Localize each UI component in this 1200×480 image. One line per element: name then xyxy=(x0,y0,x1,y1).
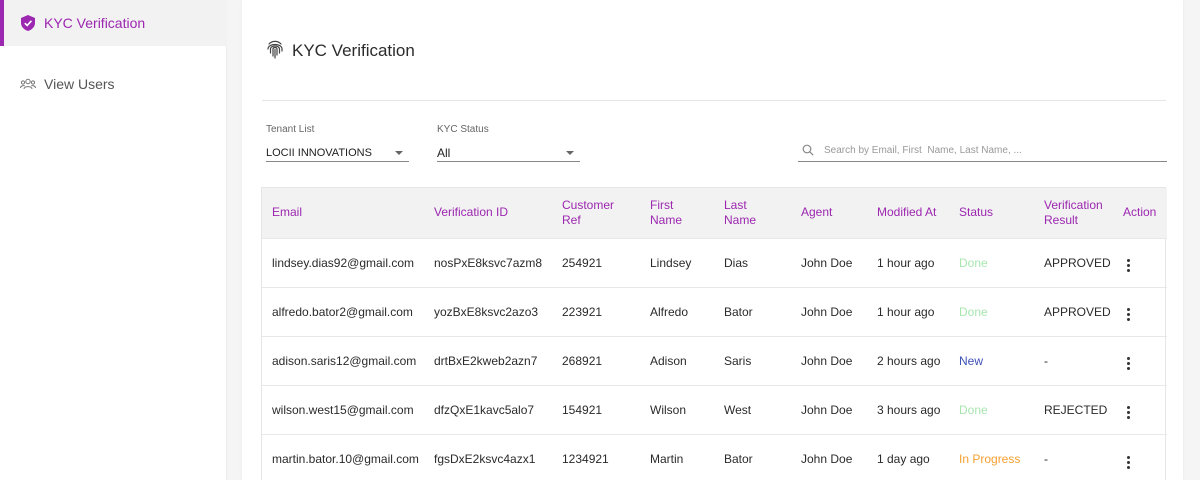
cell-customer-ref: 254921 xyxy=(562,255,603,270)
kyc-status-filter: KYC Status All xyxy=(437,124,580,162)
cell-email: martin.bator.10@gmail.com xyxy=(272,451,419,466)
sidebar-item-view-users[interactable]: View Users xyxy=(0,61,227,107)
cell-first-name: Martin xyxy=(650,451,684,466)
column-header-modified-at[interactable]: Modified At xyxy=(867,188,949,238)
cell-agent: John Doe xyxy=(801,402,853,417)
divider xyxy=(262,100,1166,101)
table-row[interactable]: alfredo.bator2@gmail.com yozBxE8ksvc2azo… xyxy=(262,287,1167,336)
cell-modified-at: 1 hour ago xyxy=(877,304,935,319)
cell-action xyxy=(1113,287,1167,336)
kyc-table: Email Verification ID Customer Ref First… xyxy=(261,187,1167,480)
page-title: KYC Verification xyxy=(292,41,415,60)
table-row[interactable]: martin.bator.10@gmail.com fgsDxE2ksvc4az… xyxy=(262,434,1167,480)
cell-modified-at: 1 day ago xyxy=(877,451,930,466)
cell-verification-id: fgsDxE2ksvc4azx1 xyxy=(434,451,536,466)
cell-last-name: Bator xyxy=(724,451,753,466)
table-row[interactable]: adison.saris12@gmail.com drtBxE2kweb2azn… xyxy=(262,336,1167,385)
table-header-row: Email Verification ID Customer Ref First… xyxy=(262,188,1167,238)
cell-verification-result: - xyxy=(1044,451,1048,466)
kyc-status-select-value: All xyxy=(437,145,451,160)
page-header: KYC Verification xyxy=(266,40,415,62)
cell-agent: John Doe xyxy=(801,255,853,270)
column-header-email[interactable]: Email xyxy=(262,188,424,238)
cell-agent: John Doe xyxy=(801,451,853,466)
search-icon xyxy=(802,144,816,158)
search-field xyxy=(798,140,1167,162)
main-card: KYC Verification Tenant List LOCII INNOV… xyxy=(242,0,1183,480)
cell-verification-id: yozBxE8ksvc2azo3 xyxy=(434,304,539,319)
sidebar: KYC Verification View Users xyxy=(0,0,227,480)
column-header-first-name[interactable]: First Name xyxy=(640,188,714,238)
cell-verification-id: nosPxE8ksvc7azm8 xyxy=(434,255,543,270)
column-header-last-name[interactable]: Last Name xyxy=(714,188,791,238)
cell-email: adison.saris12@gmail.com xyxy=(272,353,417,368)
column-header-verification-id[interactable]: Verification ID xyxy=(424,188,552,238)
tenant-select-value: LOCII INNOVATIONS xyxy=(266,146,372,159)
column-header-status[interactable]: Status xyxy=(949,188,1034,238)
cell-verification-result: APPROVED xyxy=(1044,255,1111,270)
cell-customer-ref: 1234921 xyxy=(562,451,609,466)
cell-agent: John Doe xyxy=(801,353,853,368)
cell-action xyxy=(1113,336,1167,385)
column-header-verification-result[interactable]: Verification Result xyxy=(1034,188,1113,238)
cell-customer-ref: 268921 xyxy=(562,353,603,368)
cell-email: wilson.west15@gmail.com xyxy=(272,402,414,417)
more-vertical-icon[interactable] xyxy=(1123,258,1133,274)
cell-modified-at: 1 hour ago xyxy=(877,255,935,270)
cell-first-name: Wilson xyxy=(650,402,687,417)
cell-email: lindsey.dias92@gmail.com xyxy=(272,255,415,270)
more-vertical-icon[interactable] xyxy=(1123,454,1133,470)
cell-first-name: Adison xyxy=(650,353,687,368)
cell-last-name: Dias xyxy=(724,255,749,270)
table-row[interactable]: lindsey.dias92@gmail.com nosPxE8ksvc7azm… xyxy=(262,238,1167,287)
cell-customer-ref: 154921 xyxy=(562,402,603,417)
cell-last-name: Bator xyxy=(724,304,753,319)
status-badge: Done xyxy=(959,255,988,270)
users-icon xyxy=(20,76,36,92)
sidebar-item-kyc-verification[interactable]: KYC Verification xyxy=(0,0,227,46)
cell-verification-id: drtBxE2kweb2azn7 xyxy=(434,353,538,368)
cell-verification-result: APPROVED xyxy=(1044,304,1111,319)
table-row[interactable]: wilson.west15@gmail.com dfzQxE1kavc5alo7… xyxy=(262,385,1167,434)
kyc-status-select[interactable]: All xyxy=(437,144,580,162)
more-vertical-icon[interactable] xyxy=(1123,405,1133,421)
cell-modified-at: 3 hours ago xyxy=(877,402,941,417)
status-badge: Done xyxy=(959,304,988,319)
cell-verification-id: dfzQxE1kavc5alo7 xyxy=(434,402,535,417)
cell-agent: John Doe xyxy=(801,304,853,319)
cell-verification-result: - xyxy=(1044,353,1048,368)
tenant-select[interactable]: LOCII INNOVATIONS xyxy=(266,144,409,162)
status-badge: Done xyxy=(959,402,988,417)
cell-last-name: Saris xyxy=(724,353,752,368)
cell-last-name: West xyxy=(724,402,752,417)
content-gutter xyxy=(228,0,242,480)
fingerprint-icon xyxy=(266,40,286,62)
status-badge: New xyxy=(959,353,984,368)
cell-action xyxy=(1113,238,1167,287)
chevron-down-icon xyxy=(566,150,574,155)
tenant-filter: Tenant List LOCII INNOVATIONS xyxy=(266,124,409,162)
shield-check-icon xyxy=(20,15,36,31)
search-input[interactable] xyxy=(824,145,1144,156)
column-header-agent[interactable]: Agent xyxy=(791,188,867,238)
cell-modified-at: 2 hours ago xyxy=(877,353,941,368)
cell-customer-ref: 223921 xyxy=(562,304,603,319)
more-vertical-icon[interactable] xyxy=(1123,307,1133,323)
sidebar-item-label: KYC Verification xyxy=(44,15,146,31)
status-badge: In Progress xyxy=(959,451,1021,466)
cell-action xyxy=(1113,385,1167,434)
more-vertical-icon[interactable] xyxy=(1123,356,1133,372)
cell-first-name: Lindsey xyxy=(650,255,692,270)
cell-email: alfredo.bator2@gmail.com xyxy=(272,304,413,319)
column-header-customer-ref[interactable]: Customer Ref xyxy=(552,188,640,238)
kyc-status-label: KYC Status xyxy=(437,124,489,135)
tenant-list-label: Tenant List xyxy=(266,124,315,135)
cell-action xyxy=(1113,434,1167,480)
chevron-down-icon xyxy=(395,150,403,155)
cell-verification-result: REJECTED xyxy=(1044,402,1108,417)
sidebar-item-label: View Users xyxy=(44,76,115,92)
cell-first-name: Alfredo xyxy=(650,304,689,319)
column-header-action: Action xyxy=(1123,205,1157,220)
